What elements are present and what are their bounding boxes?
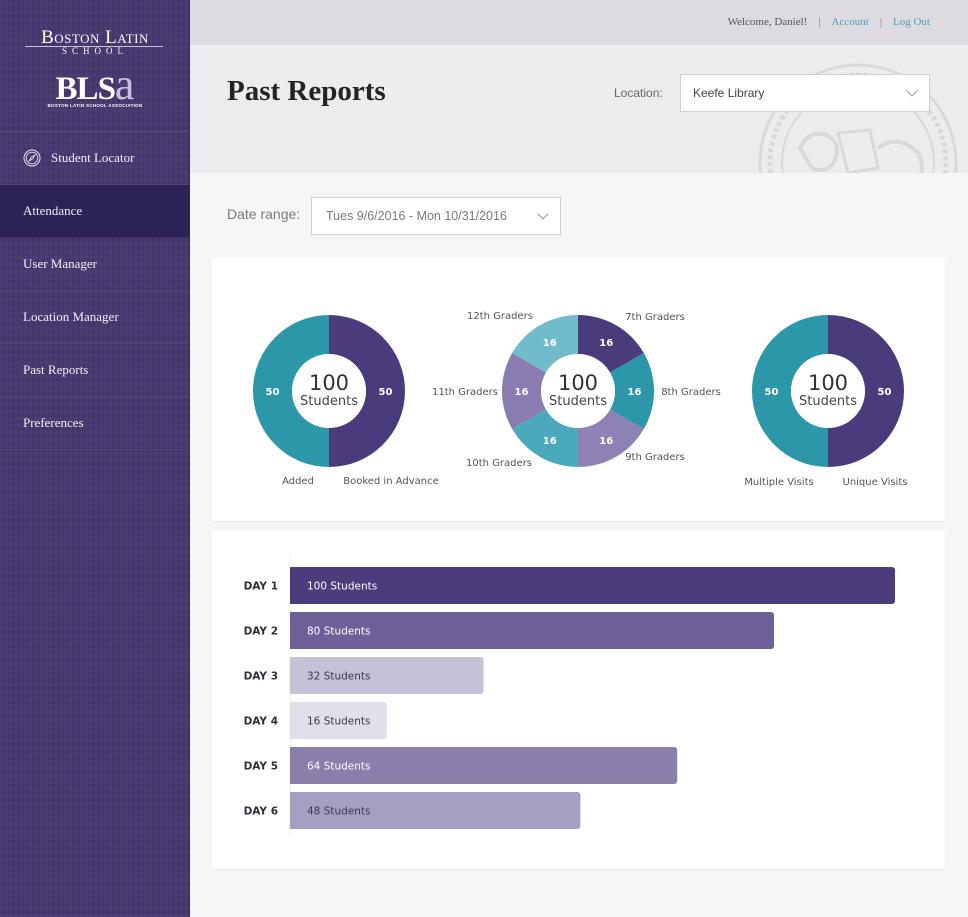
booking-type-donut: 50 Booked in Advance 50 Added 100Students: [253, 315, 439, 487]
daily-attendance-bar-chart: DAY 1 100 Students DAY 2 80 Students DAY 3 32…: [244, 553, 895, 837]
donut-center-label: Students: [549, 394, 607, 409]
attendance-bar-left-edge: [290, 792, 294, 829]
sidebar-item-user-manager[interactable]: User Manager: [0, 238, 190, 291]
donut-center-value: 100: [558, 371, 598, 395]
slice-value-label: 16: [515, 387, 529, 398]
slice-value-label: 50: [379, 387, 393, 398]
slice-category-label: 10th Graders: [466, 458, 532, 469]
sidebar-item-student-locator[interactable]: Student Locator: [0, 132, 190, 185]
page-header: Past Reports Location: Keefe Library: [190, 45, 968, 173]
donut-charts: 50Booked in Advance50Added100Students167…: [253, 311, 907, 488]
visit-type-donut: 50 Unique Visits 50 Multiple Visits 100Stude…: [744, 315, 907, 488]
day-category-label: DAY 5: [244, 761, 278, 773]
slice-value-label: 16: [599, 436, 613, 447]
bar-value-label: 100 Students: [307, 581, 377, 593]
sidebar-item-label: Student Locator: [51, 150, 135, 165]
bar-value-label: 16 Students: [307, 716, 371, 728]
slice-value-label: 16: [543, 436, 557, 447]
attendance-bar-left-edge: [290, 747, 294, 784]
slice-category-label: Multiple Visits: [744, 477, 813, 488]
slice-category-label: 11th Graders: [432, 387, 498, 398]
day-category-label: DAY 1: [244, 581, 278, 593]
bar-value-label: 48 Students: [307, 806, 371, 818]
sidebar-item-label: Past Reports: [23, 362, 89, 377]
slice-value-label: 16: [599, 338, 613, 349]
slice-category-label: Booked in Advance: [343, 476, 439, 487]
donut-center-value: 100: [808, 371, 848, 395]
logout-link[interactable]: Log Out: [893, 16, 930, 28]
attendance-bar-left-edge: [290, 702, 294, 739]
donut-center-label: Students: [799, 394, 857, 409]
date-range-label: Date range:: [227, 206, 301, 222]
logo-association-text: BOSTON LATIN SCHOOL ASSOCIATION: [47, 103, 143, 108]
page-title: Past Reports: [227, 75, 386, 107]
sidebar-item-preferences[interactable]: Preferences: [0, 397, 190, 450]
donut-charts-card: 50 Booked in Advance 50 Added 100 Students 16 7…: [212, 258, 945, 521]
sidebar-item-label: Attendance: [23, 203, 83, 218]
attendance-bar-left-edge: [290, 567, 294, 604]
location-label: Location:: [614, 86, 663, 100]
day-category-label: DAY 6: [244, 806, 278, 818]
logo-school-word: SCHOOL: [61, 46, 128, 56]
location-select-value: Keefe Library: [693, 86, 765, 100]
donut-center-label: Students: [300, 394, 358, 409]
bar-value-label: 80 Students: [307, 626, 371, 638]
slice-value-label: 50: [266, 387, 280, 398]
day-category-label: DAY 3: [244, 671, 278, 683]
donut-center-value: 100: [309, 371, 349, 395]
separator: |: [879, 16, 883, 28]
compass-icon: [23, 149, 41, 167]
chevron-down-icon: [537, 208, 549, 220]
slice-category-label: 8th Graders: [661, 387, 721, 398]
bar-value-label: 64 Students: [307, 761, 371, 773]
sidebar-item-label: User Manager: [23, 256, 97, 271]
sidebar: Boston Latin SCHOOL BLSa BOSTON LATIN SC…: [0, 0, 190, 917]
separator: |: [818, 16, 821, 28]
slice-value-label: 16: [543, 338, 557, 349]
bar-value-label: 32 Students: [307, 671, 371, 683]
attendance-bar[interactable]: [290, 567, 895, 604]
sidebar-nav: Student Locator Attendance User Manager …: [0, 132, 190, 450]
slice-value-label: 16: [628, 387, 642, 398]
blsa-logo-main: BLS: [55, 71, 116, 107]
date-range-value: Tues 9/6/2016 - Mon 10/31/2016: [326, 209, 507, 223]
grade-level-donut: 16 7th Graders 16 8th Graders 16 9th Graders 1…: [432, 311, 721, 469]
sidebar-item-label: Preferences: [23, 415, 84, 430]
attendance-bar-left-edge: [290, 657, 294, 694]
attendance-bar-left-edge: [290, 612, 294, 649]
account-link[interactable]: Account: [832, 16, 869, 28]
sidebar-item-label: Location Manager: [23, 309, 119, 324]
user-links: Welcome, Daniel! | Account | Log Out: [728, 16, 930, 28]
slice-category-label: Unique Visits: [843, 477, 908, 488]
slice-value-label: 50: [878, 387, 892, 398]
chevron-down-icon: [906, 85, 918, 97]
sidebar-item-past-reports[interactable]: Past Reports: [0, 344, 190, 397]
location-select[interactable]: Keefe Library: [680, 74, 930, 112]
school-logo[interactable]: Boston Latin SCHOOL BLSa BOSTON LATIN SC…: [0, 0, 190, 132]
date-range-select[interactable]: Tues 9/6/2016 - Mon 10/31/2016: [311, 197, 561, 235]
daily-attendance-card: DAY 1 100 Students DAY 2 80 Students DAY 3 32…: [212, 531, 945, 869]
slice-category-label: 9th Graders: [625, 452, 685, 463]
slice-category-label: Added: [282, 476, 314, 487]
sidebar-item-attendance[interactable]: Attendance: [0, 185, 190, 238]
top-bar: Welcome, Daniel! | Account | Log Out: [190, 0, 968, 45]
sidebar-item-location-manager[interactable]: Location Manager: [0, 291, 190, 344]
day-category-label: DAY 2: [244, 626, 278, 638]
slice-value-label: 50: [765, 387, 779, 398]
slice-category-label: 7th Graders: [625, 312, 685, 323]
blsa-logo-accent: a: [114, 60, 135, 109]
welcome-text: Welcome, Daniel!: [727, 16, 808, 28]
day-category-label: DAY 4: [244, 716, 278, 728]
slice-category-label: 12th Graders: [467, 311, 533, 322]
